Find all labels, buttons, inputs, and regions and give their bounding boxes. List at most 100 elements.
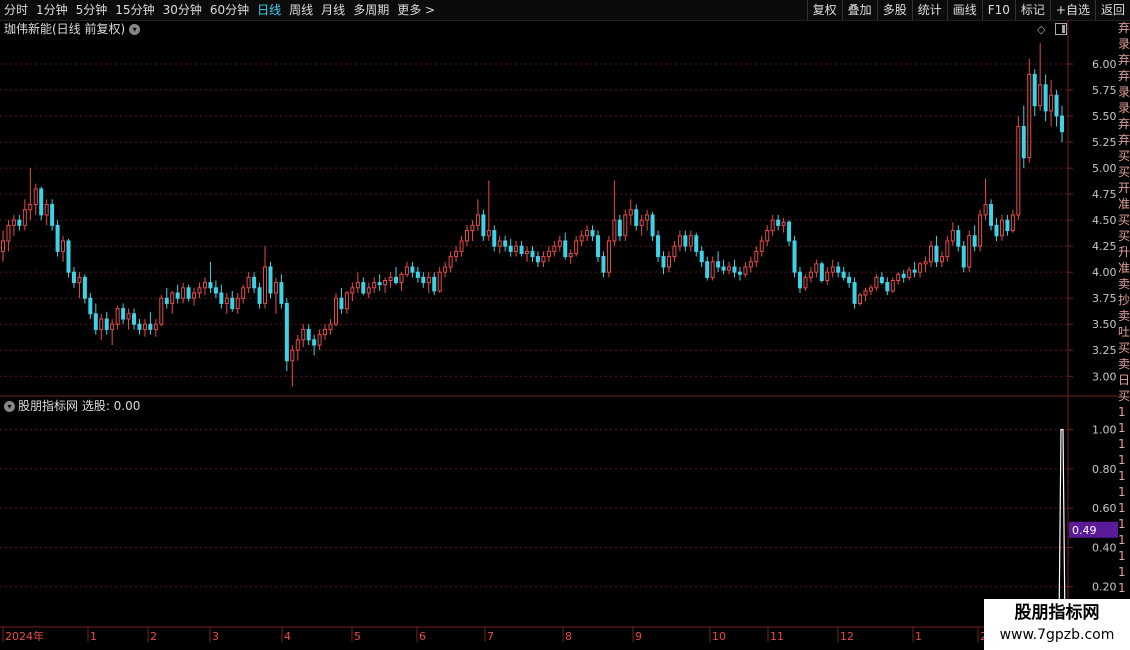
- period-tab[interactable]: 15分钟: [115, 0, 154, 20]
- candle-body: [530, 250, 535, 258]
- candle: [208, 261, 213, 293]
- candle: [192, 287, 197, 306]
- candle: [945, 235, 950, 262]
- candle-body: [830, 266, 835, 273]
- candle-body: [901, 273, 906, 278]
- candle: [126, 308, 131, 330]
- candle-body: [716, 261, 721, 268]
- candle: [459, 235, 464, 257]
- candle: [99, 313, 104, 340]
- candle-body: [612, 219, 617, 242]
- candle-body: [956, 230, 961, 247]
- period-tab[interactable]: 日线: [257, 0, 281, 20]
- candle-body: [454, 250, 459, 258]
- period-tab[interactable]: 分时: [4, 0, 28, 20]
- candle: [110, 319, 115, 346]
- candle-body: [148, 323, 153, 330]
- candle: [989, 199, 994, 231]
- toolbar-button[interactable]: 标记: [1014, 0, 1050, 20]
- indicator-title[interactable]: ▾ 股朋指标网 选股: 0.00: [4, 398, 140, 414]
- y-tick-label: 0.60: [1092, 502, 1117, 515]
- candle-body: [672, 245, 677, 258]
- period-tab[interactable]: 1分钟: [36, 0, 68, 20]
- period-tab[interactable]: 月线: [321, 0, 345, 20]
- candle: [1049, 79, 1054, 127]
- candle: [339, 287, 344, 314]
- indicator-signal: [1058, 429, 1066, 627]
- candle-body: [88, 297, 93, 315]
- candle-body: [999, 219, 1004, 237]
- candlestick-chart[interactable]: 3.00 3.25 3.50 3.75 4.00 4.25 4.50 4.75 5.00 5.25…: [0, 20, 1118, 650]
- candle-body: [574, 240, 579, 254]
- y-tick-label: 0.40: [1092, 541, 1117, 554]
- candle-body: [1010, 214, 1015, 232]
- period-tab[interactable]: 更多 >: [397, 0, 435, 20]
- candle: [404, 261, 409, 278]
- candle: [999, 214, 1004, 241]
- candle-body: [705, 261, 710, 278]
- y-tick-label: 3.00: [1092, 370, 1117, 383]
- strip-glyph: 1: [1118, 453, 1126, 467]
- candle-body: [492, 230, 497, 247]
- candle-body: [224, 297, 229, 304]
- candle-body: [863, 290, 868, 296]
- toolbar-button[interactable]: +自选: [1049, 0, 1095, 20]
- candle: [661, 251, 666, 275]
- candle: [301, 324, 306, 348]
- strip-glyph: 准: [1118, 261, 1130, 275]
- strip-glyph: 弃: [1118, 133, 1130, 147]
- strip-glyph: 开: [1118, 181, 1130, 195]
- period-tab[interactable]: 5分钟: [76, 0, 108, 20]
- period-tabs: 分时 1分钟 5分钟 15分钟 30分钟 60分钟 日线 周线 月线 多周期 更多 >: [4, 0, 443, 20]
- candle: [1032, 69, 1037, 117]
- candle: [344, 290, 349, 314]
- candle-body: [803, 276, 808, 289]
- toolbar-button[interactable]: 统计: [911, 0, 947, 20]
- candle-body: [333, 297, 338, 325]
- candle-body: [852, 282, 857, 304]
- watermark-logo: 股朋指标网 www.7gpzb.com: [984, 599, 1130, 650]
- candle: [55, 220, 60, 257]
- candle: [814, 259, 819, 278]
- candle-body: [93, 313, 98, 330]
- strip-glyph: 弃: [1118, 53, 1130, 67]
- candle-body: [525, 250, 530, 254]
- period-tab[interactable]: 周线: [289, 0, 313, 20]
- candle: [492, 225, 497, 252]
- period-tab[interactable]: 多周期: [353, 0, 389, 20]
- x-tick-label: 9: [635, 630, 642, 643]
- chevron-down-icon[interactable]: ▾: [4, 401, 15, 412]
- period-tab[interactable]: 60分钟: [210, 0, 249, 20]
- strip-glyph: 1: [1118, 565, 1126, 579]
- candle: [879, 272, 884, 285]
- candle-body: [535, 256, 540, 263]
- candle: [874, 274, 879, 291]
- toolbar-button[interactable]: 返回: [1094, 0, 1130, 20]
- period-tab[interactable]: 30分钟: [163, 0, 202, 20]
- toolbar-button[interactable]: 叠加: [841, 0, 877, 20]
- strip-glyph: 买: [1118, 165, 1130, 179]
- toolbar-button[interactable]: 多股: [876, 0, 912, 20]
- y-tick-label: 4.25: [1092, 240, 1117, 253]
- toolbar-button[interactable]: 复权: [806, 0, 842, 20]
- candle-body: [388, 276, 393, 282]
- candle: [421, 272, 426, 288]
- candle: [890, 277, 895, 293]
- candle: [1038, 43, 1043, 111]
- candle-body: [546, 250, 551, 258]
- x-tick-label: 4: [284, 630, 291, 643]
- toolbar-button[interactable]: 画线: [946, 0, 982, 20]
- toolbar-button[interactable]: F10: [981, 0, 1015, 20]
- candle: [797, 266, 802, 293]
- candle: [656, 230, 661, 262]
- candle: [699, 246, 704, 267]
- candle-body: [514, 245, 519, 252]
- candle: [1021, 105, 1026, 169]
- candle-body: [885, 282, 890, 292]
- strip-glyph: 卖: [1118, 309, 1130, 323]
- candle-body: [754, 250, 759, 263]
- strip-glyph: 1: [1118, 549, 1126, 563]
- candle-body: [279, 282, 284, 304]
- candle-body: [628, 209, 633, 216]
- candle-body: [82, 276, 87, 299]
